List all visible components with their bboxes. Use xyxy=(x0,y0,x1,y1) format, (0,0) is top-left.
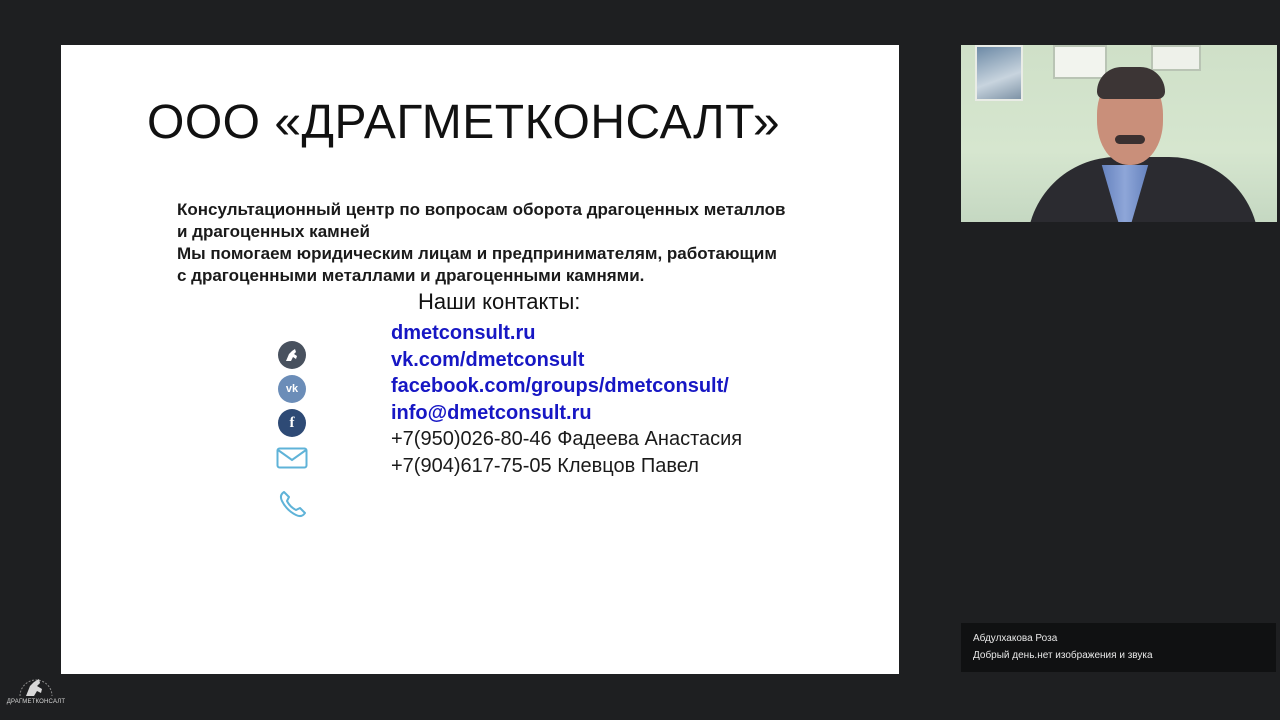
phone-contact: +7(904)617-75-05 Клевцов Павел xyxy=(391,455,699,477)
vk-icon: vk xyxy=(278,375,306,403)
webcam-video[interactable] xyxy=(961,45,1277,222)
chat-text: Добрый день.нет изображения и звука xyxy=(973,650,1153,661)
email-link[interactable]: info@dmetconsult.ru xyxy=(391,400,742,427)
company-logo-icon xyxy=(278,341,306,369)
description-line: Консультационный центр по вопросам оборо… xyxy=(177,200,786,219)
brand-logo-text: ДРАГМЕТКОНСАЛТ xyxy=(6,699,66,705)
chat-message: Абдулхакова Роза Добрый день.нет изображ… xyxy=(961,623,1276,672)
brand-logo-icon xyxy=(19,679,53,697)
presentation-slide: ООО «ДРАГМЕТКОНСАЛТ» Консультационный це… xyxy=(61,45,899,674)
brand-logo: ДРАГМЕТКОНСАЛТ xyxy=(6,668,66,712)
description-line: Мы помогаем юридическим лицам и предприн… xyxy=(177,244,777,263)
contact-list: dmetconsult.ru vk.com/dmetconsult facebo… xyxy=(391,320,742,480)
chat-author: Абдулхакова Роза xyxy=(973,633,1058,644)
description-line: с драгоценными металлами и драгоценными … xyxy=(177,266,645,285)
phone-icon xyxy=(278,489,308,524)
contacts-heading: Наши контакты: xyxy=(418,289,581,314)
wall-certificate xyxy=(1151,45,1201,71)
wall-certificate xyxy=(1053,45,1107,79)
slide-title: ООО «ДРАГМЕТКОНСАЛТ» xyxy=(147,96,781,149)
wall-picture xyxy=(975,45,1023,101)
presenter-mustache xyxy=(1115,135,1145,144)
website-link[interactable]: dmetconsult.ru xyxy=(391,320,742,347)
phone-contact: +7(950)026-80-46 Фадеева Анастасия xyxy=(391,428,743,450)
presenter-hair xyxy=(1097,67,1165,99)
description-line: и драгоценных камней xyxy=(177,222,370,241)
mail-icon xyxy=(276,447,308,474)
facebook-link[interactable]: facebook.com/groups/dmetconsult/ xyxy=(391,373,742,400)
facebook-icon: f xyxy=(278,409,306,437)
vk-link[interactable]: vk.com/dmetconsult xyxy=(391,347,742,374)
slide-description: Консультационный центр по вопросам оборо… xyxy=(177,199,849,287)
